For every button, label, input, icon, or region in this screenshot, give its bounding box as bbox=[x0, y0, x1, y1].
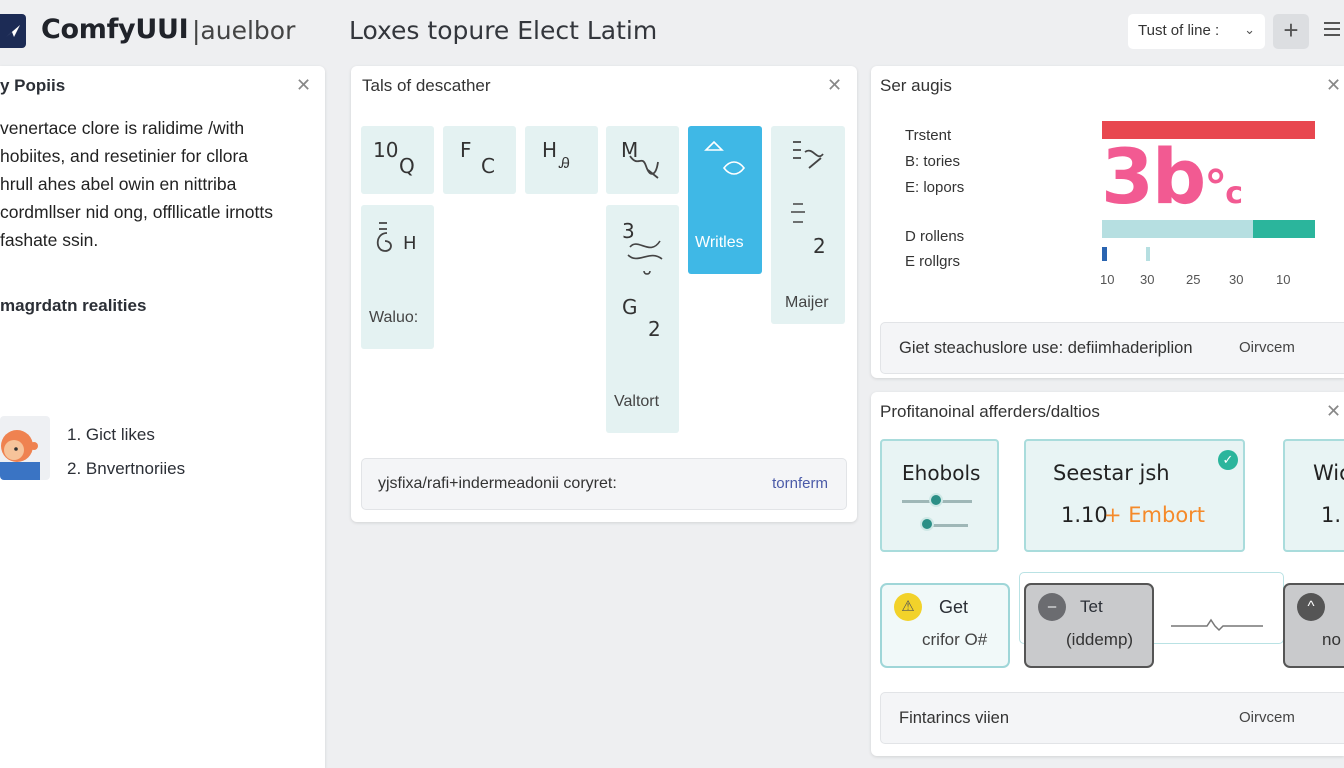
check-icon: ✓ bbox=[1218, 450, 1238, 470]
progress-bar-teal bbox=[1253, 220, 1315, 238]
tile-ha[interactable]: H Ꭿ bbox=[525, 126, 598, 194]
card-seestar[interactable]: Seestar jsh ✓ 1.10 + Embort bbox=[1024, 439, 1245, 552]
axis-label: 30 bbox=[1140, 272, 1155, 287]
app-header: ComfyUUI |auelbor Loxes topure Elect Lat… bbox=[0, 0, 1344, 62]
minus-icon: – bbox=[1038, 593, 1066, 621]
stats-panel: Ser augis ✕ Trstent B: tories E: lopors … bbox=[871, 66, 1344, 378]
tile-valtort[interactable]: 3 G 2 Valtort bbox=[606, 205, 679, 433]
legend-item: Trstent bbox=[905, 127, 952, 144]
panel-title: Ser augis bbox=[880, 76, 952, 95]
card-wic[interactable]: Wic 1. bbox=[1283, 439, 1344, 552]
card-ehobols[interactable]: Ehobols bbox=[880, 439, 999, 552]
chevron-down-icon: ⌄ bbox=[1244, 22, 1255, 37]
dropdown-value: Tust of line : bbox=[1138, 22, 1220, 39]
footer-link[interactable]: tornferm bbox=[772, 475, 828, 492]
close-icon[interactable]: ✕ bbox=[1326, 401, 1341, 422]
slider-knob[interactable] bbox=[929, 493, 943, 507]
view-dropdown[interactable]: Tust of line : ⌄ bbox=[1128, 14, 1265, 49]
bracket-icon bbox=[791, 203, 805, 223]
close-icon[interactable]: ✕ bbox=[1326, 75, 1341, 96]
panel-subheading: magrdatn realities bbox=[0, 296, 147, 315]
popups-panel: y Popiis ✕ venertace clore is ralidime /… bbox=[0, 66, 325, 768]
scribble-icon bbox=[627, 240, 663, 275]
legend-item: D rollens bbox=[905, 228, 965, 245]
app-name: ComfyUUI bbox=[41, 14, 189, 45]
axis-label: 30 bbox=[1229, 272, 1244, 287]
tile-10q[interactable]: 10 Q bbox=[361, 126, 434, 194]
eye-icon bbox=[704, 140, 746, 175]
legend-item: E: lopors bbox=[905, 179, 965, 196]
box-tet[interactable]: – Tet (iddemp) bbox=[1024, 583, 1154, 668]
panel-paragraph: venertace clore is ralidime /with hobiit… bbox=[0, 118, 273, 250]
tile-waluo[interactable]: H Waluo: bbox=[361, 205, 434, 349]
signal-line-icon bbox=[1171, 618, 1263, 632]
score-display: 3b°c bbox=[1101, 132, 1243, 221]
tile-writles[interactable]: Writles bbox=[688, 126, 762, 274]
footer-text: Fintarincs viien bbox=[899, 709, 1010, 727]
panel-title: Profitanoinal afferders/daltios bbox=[880, 402, 1100, 421]
tick-mark bbox=[1146, 247, 1150, 261]
progress-bar-light bbox=[1102, 220, 1253, 238]
close-icon[interactable]: ✕ bbox=[296, 75, 311, 96]
slider-knob[interactable] bbox=[920, 517, 934, 531]
panel-title: Tals of descather bbox=[362, 76, 491, 95]
list-item[interactable]: 1. Gict likes bbox=[67, 418, 185, 452]
hamburger-menu-icon[interactable] bbox=[1324, 22, 1340, 38]
legend-item: B: tories bbox=[905, 153, 961, 170]
footer-link[interactable]: Oirvcem bbox=[1239, 709, 1295, 726]
app-suffix: |auelbor bbox=[192, 16, 296, 45]
add-button[interactable]: + bbox=[1273, 14, 1309, 49]
legend-bottom: D rollens E rollgrs bbox=[905, 224, 964, 274]
tile-m[interactable]: M bbox=[606, 126, 679, 194]
stats-footer: Giet steachuslore use: defiimhaderiplion… bbox=[880, 322, 1344, 374]
box-get[interactable]: ⚠ Get crifor O# bbox=[880, 583, 1010, 668]
squiggle-icon bbox=[793, 141, 824, 169]
tick-mark bbox=[1102, 247, 1107, 261]
chevron-up-icon: ^ bbox=[1297, 593, 1325, 621]
squiggle-icon bbox=[629, 155, 659, 179]
footer-text: yjsfixa/rafi+indermeadonii coryret: bbox=[378, 475, 617, 492]
hook-icon bbox=[376, 222, 392, 252]
box-no[interactable]: ^ no bbox=[1283, 583, 1344, 668]
descather-footer: yjsfixa/rafi+indermeadonii coryret: torn… bbox=[361, 458, 847, 510]
descather-panel: Tals of descather ✕ 10 Q F C H Ꭿ M Writl… bbox=[351, 66, 857, 522]
close-icon[interactable]: ✕ bbox=[827, 75, 842, 96]
panel-title: y Popiis bbox=[0, 76, 66, 95]
avatar[interactable] bbox=[0, 416, 50, 480]
prof-footer: Fintarincs viien Oirvcem bbox=[880, 692, 1344, 744]
axis-label: 25 bbox=[1186, 272, 1201, 287]
profitanoinal-panel: Profitanoinal afferders/daltios ✕ Ehobol… bbox=[871, 392, 1344, 756]
list-item[interactable]: 2. Bnvertnoriies bbox=[67, 452, 185, 486]
item-list: 1. Gict likes 2. Bnvertnoriies bbox=[67, 418, 185, 486]
warning-icon: ⚠ bbox=[894, 593, 922, 621]
tile-maijer[interactable]: 2 Maijer bbox=[771, 126, 845, 324]
axis-label: 10 bbox=[1276, 272, 1291, 287]
footer-link[interactable]: Oirvcem bbox=[1239, 339, 1295, 356]
legend-top: Trstent B: tories E: lopors bbox=[905, 123, 964, 201]
document-title: Loxes topure Elect Latim bbox=[349, 16, 658, 45]
tile-fc[interactable]: F C bbox=[443, 126, 516, 194]
footer-text: Giet steachuslore use: defiimhaderiplion bbox=[899, 339, 1193, 357]
axis-label: 10 bbox=[1100, 272, 1115, 287]
legend-item: E rollgrs bbox=[905, 253, 961, 270]
app-logo-icon[interactable] bbox=[0, 14, 26, 48]
